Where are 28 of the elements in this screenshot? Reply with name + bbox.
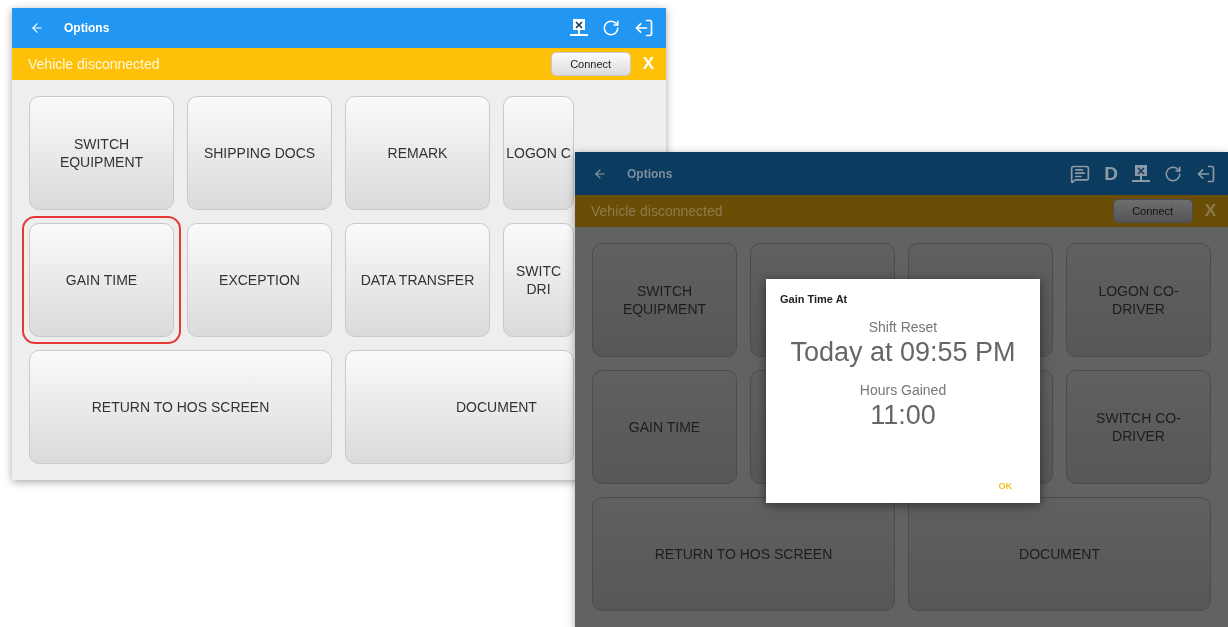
option-button[interactable]: SWITC DRI bbox=[503, 223, 574, 337]
dialog-title: Gain Time At bbox=[780, 293, 848, 305]
banner-text: Vehicle disconnected bbox=[28, 56, 161, 72]
option-button[interactable]: DATA TRANSFER bbox=[345, 223, 490, 337]
option-button[interactable]: EXCEPTION bbox=[187, 223, 332, 337]
screen-title: Options bbox=[64, 21, 111, 35]
connect-button[interactable]: Connect bbox=[550, 52, 631, 76]
refresh-icon[interactable] bbox=[602, 19, 620, 37]
option-button[interactable]: GAIN TIME bbox=[29, 223, 174, 337]
option-button[interactable]: RETURN TO HOS SCREEN bbox=[29, 350, 332, 464]
banner-text: Vehicle disconnected bbox=[591, 203, 724, 219]
dialog-value: 11:00 bbox=[870, 400, 936, 431]
logout-icon[interactable] bbox=[634, 18, 654, 38]
message-icon[interactable] bbox=[1070, 163, 1091, 184]
option-button[interactable]: SWITCH EQUIPMENT bbox=[29, 96, 174, 210]
dialog-label: Shift Reset bbox=[868, 319, 938, 335]
option-button[interactable]: LOGON C bbox=[503, 96, 574, 210]
back-arrow-icon[interactable] bbox=[593, 166, 607, 181]
monitor-x-icon[interactable] bbox=[570, 18, 588, 38]
logout-icon[interactable] bbox=[1196, 163, 1216, 184]
refresh-icon[interactable] bbox=[1164, 164, 1182, 183]
option-button[interactable]: REMARK bbox=[345, 96, 490, 210]
screen-title: Options bbox=[627, 166, 674, 181]
dialog-value: Today at 09:55 PM bbox=[790, 337, 1016, 368]
driver-letter[interactable]: D bbox=[1104, 162, 1118, 185]
option-button[interactable]: DOCUMENT bbox=[345, 350, 574, 464]
option-button[interactable]: SHIPPING DOCS bbox=[187, 96, 332, 210]
dialog-label: Hours Gained bbox=[859, 382, 947, 398]
